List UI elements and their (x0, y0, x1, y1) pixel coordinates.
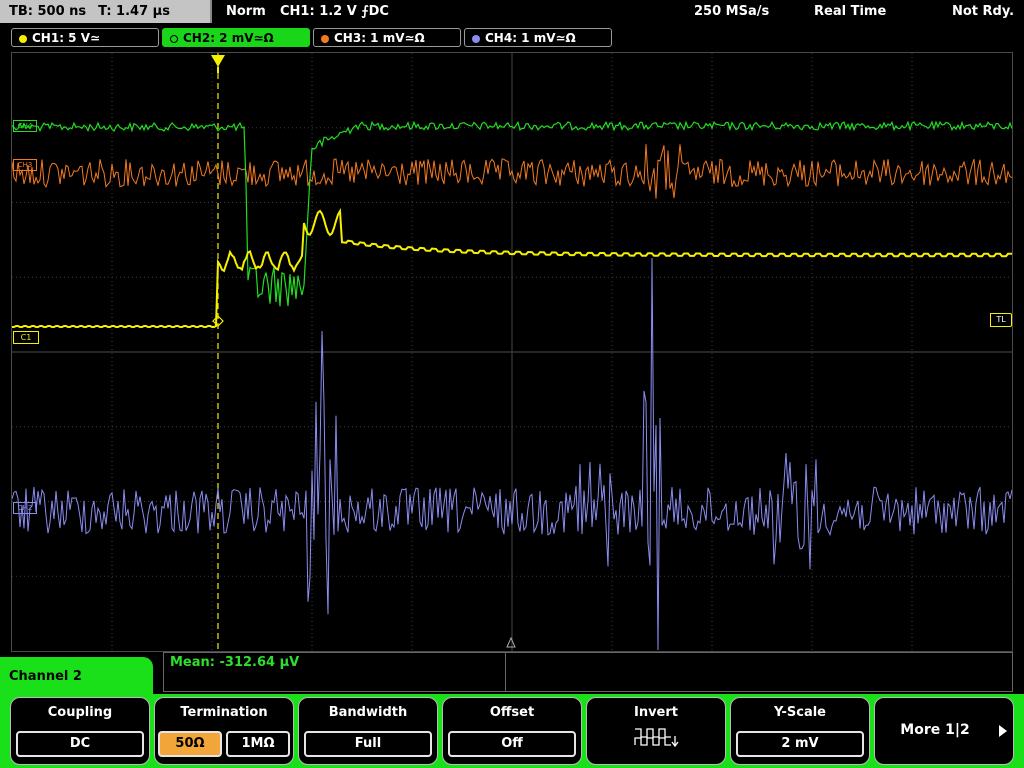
waveform-display[interactable]: CH4 CH3 C1 CH2 TL (11, 52, 1013, 652)
tab-ch3[interactable]: CH3: 1 mV≃Ω (313, 28, 461, 47)
timebase-box[interactable]: TB: 500 ns T: 1.47 µs (0, 0, 212, 23)
trigger-source[interactable]: CH1: 1.2 V ⨍DC (280, 0, 389, 24)
termination-1mohm-button[interactable]: 1MΩ (226, 731, 290, 757)
ch2-color-icon (170, 35, 178, 43)
more-softkey[interactable]: More 1|2 (874, 697, 1014, 765)
coupling-title: Coupling (47, 705, 113, 720)
status-bar: TB: 500 ns T: 1.47 µs Norm CH1: 1.2 V ⨍DC… (0, 0, 1024, 24)
offset-softkey[interactable]: Offset Off (442, 697, 582, 765)
mean-measurement: Mean: -312.64 µV (170, 655, 300, 670)
ch3-color-icon (321, 35, 329, 43)
tab-ch2-label: CH2: 2 mV≃Ω (183, 31, 274, 45)
offset-value-button[interactable]: Off (448, 731, 576, 757)
bandwidth-value-button[interactable]: Full (304, 731, 432, 757)
tab-ch3-label: CH3: 1 mV≃Ω (334, 31, 425, 45)
trigger-mode[interactable]: Norm (226, 0, 266, 24)
termination-title: Termination (180, 705, 268, 720)
bandwidth-title: Bandwidth (328, 705, 408, 720)
y-scale-value-button[interactable]: 2 mV (736, 731, 864, 757)
invert-waveform-icon (634, 728, 679, 748)
tab-ch4-label: CH4: 1 mV≃Ω (485, 31, 576, 45)
ch2-level-marker[interactable]: CH2 (13, 502, 37, 514)
ch4-level-marker[interactable]: CH4 (13, 120, 37, 132)
waveform-canvas (12, 53, 1012, 651)
invert-softkey[interactable]: Invert (586, 697, 726, 765)
acquisition-mode: Real Time (814, 4, 887, 19)
tab-ch1-label: CH1: 5 V≃ (32, 31, 101, 45)
tab-ch1[interactable]: CH1: 5 V≃ (11, 28, 159, 47)
sample-rate: 250 MSa/s (694, 4, 770, 19)
measurement-panel: Mean: -312.64 µV (163, 652, 1013, 692)
ch3-level-marker[interactable]: CH3 (13, 159, 37, 171)
next-page-icon (999, 725, 1007, 737)
y-scale-title: Y-Scale (773, 705, 826, 720)
y-scale-softkey[interactable]: Y-Scale 2 mV (730, 697, 870, 765)
acquisition-state: Not Rdy. (952, 4, 1015, 19)
tab-ch2[interactable]: CH2: 2 mV≃Ω (162, 28, 310, 47)
tab-ch4[interactable]: CH4: 1 mV≃Ω (464, 28, 612, 47)
ch1-level-marker[interactable]: C1 (13, 331, 39, 344)
horizontal-position-marker (506, 636, 516, 648)
more-label: More 1|2 (900, 722, 970, 738)
invert-title: Invert (633, 705, 678, 720)
termination-50ohm-button[interactable]: 50Ω (158, 731, 222, 757)
offset-title: Offset (489, 705, 535, 720)
trigger-level-marker[interactable]: TL (990, 313, 1012, 327)
graticule (12, 53, 1012, 651)
coupling-value-button[interactable]: DC (16, 731, 144, 757)
timebase-value: TB: 500 ns (9, 4, 87, 19)
termination-softkey[interactable]: Termination 50Ω 1MΩ (154, 697, 294, 765)
trigger-time-value: T: 1.47 µs (98, 4, 170, 19)
bandwidth-softkey[interactable]: Bandwidth Full (298, 697, 438, 765)
ch1-color-icon (19, 35, 27, 43)
panel-divider (505, 653, 506, 691)
ch4-color-icon (472, 35, 480, 43)
coupling-softkey[interactable]: Coupling DC (10, 697, 150, 765)
